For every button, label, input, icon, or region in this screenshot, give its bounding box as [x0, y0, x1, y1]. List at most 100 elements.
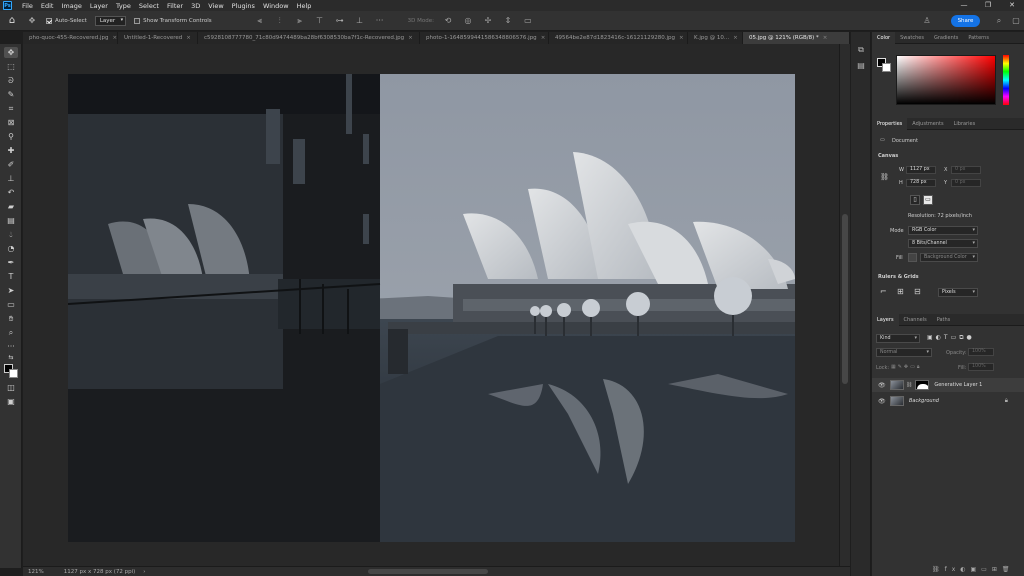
menu-filter[interactable]: Filter — [163, 2, 187, 10]
slide-3d-icon[interactable]: ⇕ — [502, 15, 514, 27]
swap-colors-icon[interactable]: ⇆ — [4, 352, 18, 363]
menu-file[interactable]: File — [18, 2, 37, 10]
lock-icons[interactable]: ▦✎✥▭🔒︎ — [891, 364, 922, 370]
color-picker-field[interactable] — [896, 55, 996, 105]
fill-select[interactable]: Background Color — [920, 253, 978, 262]
menu-select[interactable]: Select — [135, 2, 163, 10]
align-middle-icon[interactable]: ⊶ — [334, 15, 346, 27]
tab-doc-4[interactable]: photo-1-1648599441586348806576.jpg × — [420, 32, 549, 44]
landscape-orientation-icon[interactable]: ▭ — [923, 195, 933, 205]
menu-3d[interactable]: 3D — [187, 2, 204, 10]
ruler-icon[interactable]: ⌐ — [880, 287, 887, 296]
close-tab-icon[interactable]: × — [408, 35, 413, 41]
fill-opacity-input[interactable]: 100% — [968, 363, 994, 371]
layer-row-generative[interactable]: 👁︎ ⛓︎ Generative Layer 1 — [872, 378, 1024, 392]
layer-link-icon[interactable]: ⛓︎ — [906, 382, 912, 388]
screen-mode-icon[interactable]: ▣ — [4, 396, 18, 407]
hue-slider[interactable] — [1003, 55, 1009, 105]
menu-type[interactable]: Type — [112, 2, 135, 10]
tab-gradients[interactable]: Gradients — [929, 32, 963, 44]
blur-tool-icon[interactable]: 💧︎ — [4, 229, 18, 240]
brush-tool-icon[interactable]: ✐ — [4, 159, 18, 170]
bit-depth-select[interactable]: 8 Bits/Channel — [908, 239, 978, 248]
tab-doc-3[interactable]: c5928108777780_71c80d9474489ba28bf630853… — [198, 32, 420, 44]
drag-3d-icon[interactable]: ✢ — [482, 15, 494, 27]
align-bottom-icon[interactable]: ⊥ — [354, 15, 366, 27]
target-select[interactable]: Layer — [94, 15, 127, 26]
target-option[interactable]: Layer — [94, 15, 127, 26]
orbit-3d-icon[interactable]: ⟲ — [442, 15, 454, 27]
ruler-units-select[interactable]: Pixels — [938, 288, 978, 297]
layer-row-background[interactable]: 👁︎ Background 🔒︎ — [872, 394, 1024, 408]
layer-filter-icons[interactable]: ▣◐T▭⧉● — [927, 334, 975, 342]
close-tab-icon[interactable]: × — [186, 35, 191, 41]
fill-color-swatch[interactable] — [908, 253, 917, 262]
home-icon[interactable]: ⌂ — [6, 15, 18, 27]
height-input[interactable]: 728 px — [906, 179, 936, 187]
align-left-icon[interactable]: ⫷ — [254, 15, 266, 27]
search-icon[interactable]: ⌕ — [993, 15, 1005, 27]
history-panel-icon[interactable]: ⧉ — [855, 44, 867, 56]
type-tool-icon[interactable]: T — [4, 271, 18, 282]
rulers-grids-title[interactable]: Rulers & Grids — [878, 274, 919, 280]
portrait-orientation-icon[interactable]: ▯ — [910, 195, 920, 205]
zoom-level[interactable]: 121% — [28, 569, 44, 575]
scale-3d-icon[interactable]: ▭ — [522, 15, 534, 27]
blend-mode-select[interactable]: Normal — [876, 348, 932, 357]
zoom-tool-icon[interactable]: ⌕ — [4, 327, 18, 338]
close-tab-icon[interactable]: × — [113, 35, 117, 41]
tab-doc-active[interactable]: 05.jpg @ 121% (RGB/8) * × — [743, 32, 850, 44]
close-tab-icon[interactable]: × — [541, 35, 546, 41]
align-right-icon[interactable]: ⫸ — [294, 15, 306, 27]
layer-filter-select[interactable]: Kind — [876, 334, 920, 343]
grid-icon[interactable]: ⊞ — [897, 287, 904, 296]
rectangle-tool-icon[interactable]: ▭ — [4, 299, 18, 310]
lock-icon[interactable]: 🔒︎ — [1005, 397, 1008, 405]
menu-help[interactable]: Help — [293, 2, 316, 10]
canvas-section-title[interactable]: Canvas — [878, 153, 898, 159]
scrollbar-thumb[interactable] — [842, 214, 848, 384]
more-tools-icon[interactable]: ··· — [4, 341, 18, 352]
align-center-icon[interactable]: ⫶ — [274, 15, 286, 27]
stamp-tool-icon[interactable]: ⊥ — [4, 173, 18, 184]
show-transform-checkbox[interactable] — [134, 17, 141, 24]
tab-doc-2[interactable]: Untitled-1-Recovered × — [118, 32, 198, 44]
workspace-icon[interactable]: ▢ — [1010, 15, 1022, 27]
menu-view[interactable]: View — [204, 2, 227, 10]
tab-channels[interactable]: Channels — [899, 314, 932, 326]
close-icon[interactable]: ✕ — [1000, 0, 1024, 11]
tab-color[interactable]: Color — [872, 31, 896, 44]
tab-swatches[interactable]: Swatches — [895, 32, 929, 44]
eraser-tool-icon[interactable]: ▰ — [4, 201, 18, 212]
eyedropper-tool-icon[interactable]: ⚲ — [4, 131, 18, 142]
tab-doc-5[interactable]: 49564be2e87d1823416c-16121129280.jpg × — [549, 32, 688, 44]
opacity-input[interactable]: 100% — [968, 348, 994, 356]
healing-tool-icon[interactable]: ✚ — [4, 145, 18, 156]
lasso-tool-icon[interactable]: ᘐ — [4, 75, 18, 86]
y-input[interactable]: 0 px — [951, 179, 981, 187]
frame-tool-icon[interactable]: ⊠ — [4, 117, 18, 128]
tab-doc-1[interactable]: pho-quoc-455-Recovered.jpg × — [23, 32, 118, 44]
visibility-eye-icon[interactable]: 👁︎ — [878, 382, 886, 389]
restore-icon[interactable]: ❐ — [976, 0, 1000, 11]
guides-icon[interactable]: ⊟ — [914, 287, 921, 296]
close-tab-icon[interactable]: × — [823, 35, 828, 41]
document-canvas-image[interactable] — [68, 74, 795, 542]
tab-layers[interactable]: Layers — [872, 313, 899, 326]
menu-image[interactable]: Image — [57, 2, 85, 10]
horizontal-scrollbar-thumb[interactable] — [368, 569, 488, 574]
quick-mask-icon[interactable]: ◫ — [4, 382, 18, 393]
share-button[interactable]: Share — [951, 15, 980, 27]
color-mode-select[interactable]: RGB Color — [908, 226, 978, 235]
minimize-icon[interactable]: — — [952, 0, 976, 11]
layer-name[interactable]: Background — [909, 398, 939, 404]
dodge-tool-icon[interactable]: ◔ — [4, 243, 18, 254]
tab-doc-6[interactable]: K.jpg @ 10... × — [688, 32, 743, 44]
width-input[interactable]: 1127 px — [906, 166, 936, 174]
layer-name[interactable]: Generative Layer 1 — [934, 382, 982, 388]
menu-plugins[interactable]: Plugins — [228, 2, 259, 10]
visibility-eye-icon[interactable]: 👁︎ — [878, 398, 886, 405]
layers-panel-footer-icons[interactable]: ⛓fx◐▣▭⊞🗑︎ — [932, 566, 1015, 573]
align-top-icon[interactable]: ⊤ — [314, 15, 326, 27]
status-arrow-icon[interactable]: › — [143, 569, 145, 575]
